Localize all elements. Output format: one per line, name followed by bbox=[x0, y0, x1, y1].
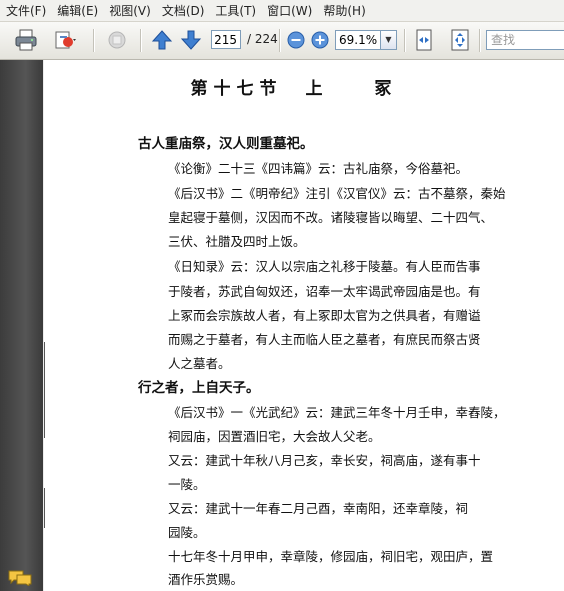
zoom-level-input[interactable]: 69.1% bbox=[335, 30, 381, 50]
document-page: 第十七节 上 冢 古人重庙祭，汉人则重墓祀。 《论衡》二十三《四讳篇》云：古礼庙… bbox=[44, 60, 564, 591]
scan-artifact-line bbox=[44, 342, 45, 438]
zoom-out-icon bbox=[287, 31, 305, 49]
text-line: 上冢而会宗族故人者，有上冢即太官为之供具者，有赠谥 bbox=[168, 308, 481, 323]
previous-page-button[interactable] bbox=[150, 28, 174, 52]
text-line: 园陵。 bbox=[168, 525, 206, 540]
fit-width-icon bbox=[416, 29, 432, 51]
menu-tools[interactable]: 工具(T) bbox=[209, 2, 261, 19]
print-button[interactable] bbox=[12, 28, 40, 52]
text-line: 十七年冬十月甲申，幸章陵，修园庙，祠旧宅，观田庐，置 bbox=[168, 549, 494, 564]
menu-document[interactable]: 文档(D) bbox=[156, 2, 210, 19]
scan-artifact-line bbox=[44, 488, 45, 528]
fit-page-icon bbox=[451, 29, 469, 51]
fit-width-button[interactable] bbox=[412, 28, 436, 52]
fit-page-button[interactable] bbox=[448, 28, 472, 52]
attach-button[interactable] bbox=[48, 28, 84, 52]
zoom-in-button[interactable] bbox=[310, 28, 330, 52]
menu-file[interactable]: 文件(F) bbox=[0, 2, 51, 19]
page-total: / 224 bbox=[247, 32, 278, 46]
menu-view[interactable]: 视图(V) bbox=[103, 2, 156, 19]
zoom-out-button[interactable] bbox=[286, 28, 306, 52]
toolbar: 215 / 224 69.1% ▼ 查找 bbox=[0, 22, 564, 60]
menu-help[interactable]: 帮助(H) bbox=[317, 2, 370, 19]
menu-window[interactable]: 窗口(W) bbox=[261, 2, 317, 19]
text-line: 一陵。 bbox=[168, 477, 206, 492]
search-input[interactable]: 查找 bbox=[486, 30, 564, 50]
text-line: 而赐之于墓者，有人主而临人臣之墓者，有庶民而祭古贤 bbox=[168, 332, 481, 347]
text-line: 人之墓者。 bbox=[168, 356, 231, 371]
text-line: 于陵者，苏武自匈奴还，诏奉一太牢谒武帝园庙是也。有 bbox=[168, 284, 481, 299]
text-line: 《日知录》云：汉人以宗庙之礼移于陵墓。有人臣而告事 bbox=[168, 259, 481, 274]
comment-tool-icon bbox=[108, 31, 126, 49]
text-line: 《后汉书》二《明帝纪》注引《汉官仪》云：古不墓祭，秦始 bbox=[168, 186, 506, 201]
attachment-icon bbox=[55, 31, 76, 49]
menu-bar: 文件(F) 编辑(E) 视图(V) 文档(D) 工具(T) 窗口(W) 帮助(H… bbox=[0, 0, 564, 22]
zoom-in-icon bbox=[311, 31, 329, 49]
chevron-down-icon: ▼ bbox=[385, 35, 392, 44]
comments-button[interactable] bbox=[8, 570, 32, 590]
menu-edit[interactable]: 编辑(E) bbox=[51, 2, 103, 19]
text-line: 祠园庙，因置酒旧宅，大会故人父老。 bbox=[168, 429, 381, 444]
arrow-down-icon bbox=[180, 30, 202, 50]
section-title: 第十七节 上 冢 bbox=[190, 79, 398, 99]
text-line: 《论衡》二十三《四讳篇》云：古礼庙祭，今俗墓祀。 bbox=[168, 161, 469, 176]
text-line: 又云：建武十一年春二月己酉，幸南阳，还幸章陵，祠 bbox=[168, 501, 469, 516]
arrow-up-icon bbox=[151, 30, 173, 50]
text-line: 三伏、社腊及四时上饭。 bbox=[168, 234, 306, 249]
navigation-panel bbox=[0, 60, 43, 591]
text-line: 行之者，上自天子。 bbox=[138, 380, 260, 396]
printer-icon bbox=[15, 29, 37, 51]
text-line: 皇起寝于墓侧，汉因而不改。诸陵寝皆以晦望、二十四气、 bbox=[168, 210, 494, 225]
disabled-tool-button[interactable] bbox=[103, 28, 131, 52]
page-number-input[interactable]: 215 bbox=[211, 30, 241, 49]
text-line: 古人重庙祭，汉人则重墓祀。 bbox=[138, 136, 314, 152]
text-line: 酒作乐赏赐。 bbox=[168, 572, 244, 587]
zoom-dropdown-button[interactable]: ▼ bbox=[381, 30, 397, 50]
text-line: 《后汉书》一《光武纪》云：建武三年冬十月壬申，幸舂陵， bbox=[168, 405, 506, 420]
next-page-button[interactable] bbox=[179, 28, 203, 52]
comments-icon bbox=[8, 570, 32, 587]
text-line: 又云：建武十年秋八月己亥，幸长安，祠高庙，遂有事十 bbox=[168, 453, 481, 468]
